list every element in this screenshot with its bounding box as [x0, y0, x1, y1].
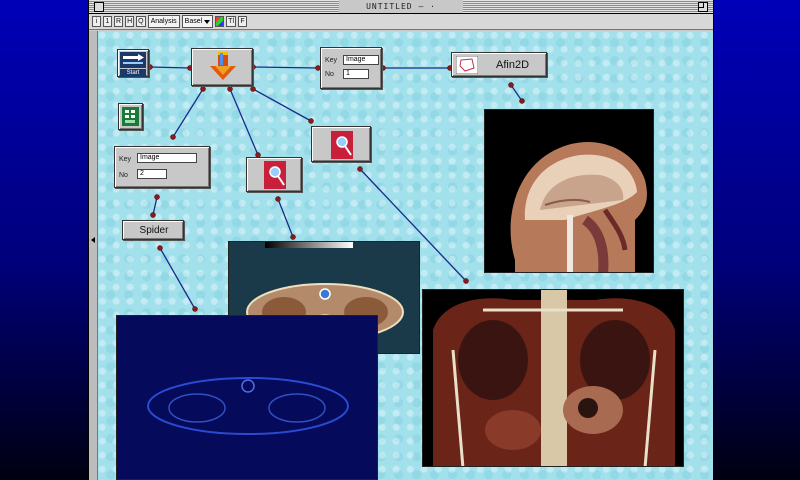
start-node[interactable]: Start	[117, 49, 149, 77]
toolbar: i 1 R H Q Analysis Basel Tl F	[89, 14, 713, 30]
basel-select[interactable]: Basel	[181, 15, 214, 28]
workflow-canvas[interactable]: Start Key Image No 1 Afin2D Key Image No…	[98, 31, 713, 480]
afin2d-label: Afin2D	[496, 59, 530, 71]
filtered-slice-image	[116, 315, 378, 480]
no-label-2: No	[119, 172, 128, 179]
download-arrow-icon	[210, 52, 236, 80]
analysis-select-label: Analysis	[150, 18, 177, 25]
basel-select-label: Basel	[184, 18, 203, 25]
tool-r-button[interactable]: R	[114, 16, 124, 27]
window-title: UNTITLED — ·	[339, 0, 463, 13]
port-dot	[157, 245, 163, 251]
start-label: Start	[120, 69, 146, 77]
tool-f-button[interactable]: F	[238, 16, 248, 27]
port-dot	[250, 86, 256, 92]
analysis-select[interactable]: Analysis	[147, 15, 180, 28]
spreadsheet-node[interactable]	[118, 103, 143, 130]
tool-h-button[interactable]: H	[125, 16, 135, 27]
key-label-1: Key	[325, 57, 338, 64]
no-label-1: No	[325, 71, 334, 78]
sagittal-head-image	[484, 109, 654, 273]
spider-node[interactable]: Spider	[122, 220, 184, 240]
port-dot	[275, 196, 281, 202]
wire	[252, 88, 312, 122]
window-title-text: UNTITLED	[366, 2, 413, 11]
spider-label: Spider	[139, 225, 169, 236]
no-input-1[interactable]: 1	[343, 69, 369, 79]
zoom-box[interactable]	[698, 2, 708, 12]
tool-1-button[interactable]: 1	[103, 16, 112, 27]
port-dot	[519, 98, 525, 104]
key-node-1[interactable]: Key Image No 1	[320, 47, 382, 89]
info-button[interactable]: i	[92, 16, 101, 27]
port-dot	[192, 306, 198, 312]
port-dot	[227, 86, 233, 92]
coronal-torso-graphic	[433, 290, 675, 466]
key-node-2[interactable]: Key Image No 2	[114, 146, 210, 188]
magnifier-icon	[331, 131, 353, 159]
wire	[159, 247, 196, 310]
afin2d-node[interactable]: Afin2D	[451, 52, 547, 77]
port-dot	[463, 278, 469, 284]
port-dot	[357, 166, 363, 172]
coronal-torso-image	[422, 289, 684, 467]
app-window: UNTITLED — · i 1 R H Q Analysis Basel Tl…	[88, 0, 714, 480]
tool-t-button[interactable]: Tl	[226, 16, 237, 27]
title-bar[interactable]: UNTITLED — ·	[89, 0, 713, 14]
filtered-slice-graphic	[147, 377, 349, 435]
data-source-node[interactable]	[191, 48, 253, 86]
magnifier-icon	[264, 161, 286, 189]
viewer-node-1[interactable]	[311, 126, 371, 162]
port-dot	[508, 82, 514, 88]
scroll-left-arrow-icon[interactable]	[91, 237, 95, 243]
spreadsheet-icon	[122, 107, 139, 126]
start-icon	[120, 52, 146, 68]
vertical-scrollbar[interactable]	[89, 31, 98, 480]
wire	[172, 88, 204, 138]
key-input-2[interactable]: Image	[137, 153, 197, 163]
search-button[interactable]: Q	[136, 16, 146, 27]
port-dot	[290, 234, 296, 240]
port-dot	[200, 86, 206, 92]
wire	[277, 198, 294, 238]
wire	[152, 196, 158, 216]
port-dot	[170, 134, 176, 140]
port-dot	[308, 118, 314, 124]
polygon-icon	[456, 56, 478, 74]
grayscale-bar	[265, 242, 353, 248]
window-title-suffix: — ·	[418, 2, 436, 11]
close-box[interactable]	[94, 2, 104, 12]
wire	[149, 66, 191, 69]
chevron-down-icon	[204, 19, 211, 24]
port-dot	[150, 212, 156, 218]
port-dot	[154, 194, 160, 200]
wire	[252, 66, 319, 69]
key-label-2: Key	[119, 156, 132, 163]
key-input-1[interactable]: Image	[343, 55, 379, 65]
viewer-node-2[interactable]	[246, 157, 302, 192]
no-input-2[interactable]: 2	[137, 169, 167, 179]
palette-button[interactable]	[215, 16, 225, 27]
sagittal-head-graphic	[510, 142, 647, 272]
wire	[510, 84, 523, 102]
wire	[229, 88, 259, 156]
